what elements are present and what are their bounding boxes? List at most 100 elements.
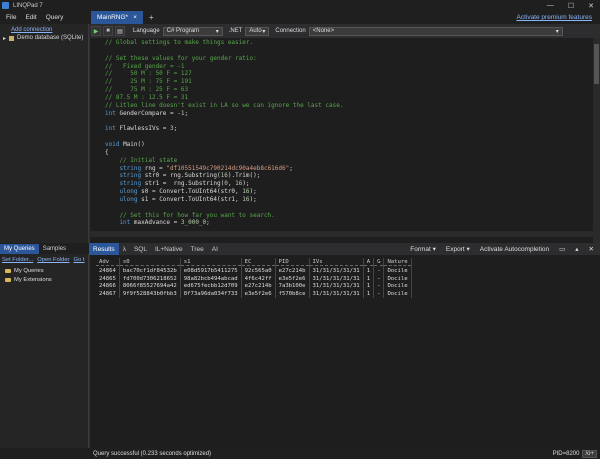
code-editor[interactable]: // Global settings to make things easier… <box>89 38 600 243</box>
tab-main-rng[interactable]: MainRNG* × <box>91 11 143 24</box>
table-row[interactable]: 24867 9f9f528843b0fbb3 8f73a96da034f733 e3e… <box>96 290 412 298</box>
close-window-button[interactable]: ✕ <box>588 2 594 10</box>
table-row[interactable]: 24864 bac70cf1df84532b e08d5917b5411275 92c… <box>96 267 412 275</box>
code-token: // Set this for how far you want to sear… <box>105 211 275 219</box>
column-header[interactable]: PID <box>275 258 310 266</box>
table-cell: 31/31/31/31/31 <box>309 282 364 290</box>
connections-pane: Add connection ▸ Demo database (SQLite) <box>0 24 89 243</box>
column-header[interactable]: A <box>363 258 375 266</box>
tab-my-queries[interactable]: My Queries <box>0 244 39 254</box>
results-actions: Format ▾ Export ▾ Activate Autocompletio… <box>410 245 600 254</box>
code-token: ); <box>249 195 257 203</box>
new-tab-icon[interactable]: + <box>149 13 154 22</box>
add-connection-link[interactable]: Add connection <box>11 27 52 33</box>
folder-my-extensions[interactable]: My Extensions <box>0 275 88 284</box>
run-button[interactable]: ▶ <box>91 26 101 36</box>
maximize-button[interactable]: ☐ <box>568 2 574 10</box>
window-layout-icon[interactable]: ▭ <box>559 245 565 253</box>
tab-results[interactable]: Results <box>89 243 119 255</box>
table-cell: 8f73a96da034f733 <box>180 290 242 298</box>
tab-samples[interactable]: Samples <box>39 244 70 254</box>
code-line: string str1 = rng.Substring(0, 16); <box>105 180 343 188</box>
table-cell: 92c565a0 <box>241 267 276 275</box>
code-token: GenderCompare = <box>115 109 178 117</box>
table-cell: 98a82bcb494abcad <box>180 275 242 283</box>
code-line: // Set these values for your gender rati… <box>105 55 343 63</box>
code-line: string str0 = rng.Substring(16).Trim(); <box>105 172 343 180</box>
table-cell: 7a3b100e <box>275 282 310 290</box>
code-token: 16 <box>220 172 228 180</box>
go-to-link[interactable]: Go t <box>74 257 85 263</box>
code-token: string <box>105 172 142 180</box>
language-select[interactable]: C# Program ▾ <box>162 26 223 36</box>
code-token: // Initial state <box>105 156 178 164</box>
tab-ai[interactable]: AI <box>208 243 222 255</box>
code-token: // 87.5 M : 12.5 F = 31 <box>105 93 189 101</box>
column-header[interactable]: G <box>373 258 385 266</box>
code-token: ); <box>249 188 257 196</box>
query-tab-bar: MainRNG* × + Activate premium features <box>89 11 600 24</box>
table-cell: 31/31/31/31/31 <box>309 267 364 275</box>
column-header[interactable]: EC <box>241 258 276 266</box>
editor-horizontal-scrollbar[interactable] <box>89 231 593 237</box>
menu-file[interactable]: File <box>6 14 16 21</box>
tab-sql[interactable]: SQL <box>130 243 151 255</box>
column-header[interactable]: s1 <box>180 258 242 266</box>
table-cell: e27c214b <box>275 267 310 275</box>
code-token: // 25 M : 75 F = 191 <box>105 78 192 86</box>
editor-vertical-scrollbar[interactable] <box>593 38 600 243</box>
column-header[interactable]: Nature <box>383 258 412 266</box>
table-row[interactable]: 24866 8066f85527694a42 ed675fecbb12d709 e27… <box>96 282 412 290</box>
code-text[interactable]: // Global settings to make things easier… <box>105 39 343 227</box>
activate-premium-link[interactable]: Activate premium features <box>516 14 592 21</box>
tab-tree[interactable]: Tree <box>187 243 208 255</box>
table-cell: f570b8ce <box>275 290 310 298</box>
tab-il-native[interactable]: IL+Native <box>151 243 187 255</box>
tab-lambda[interactable]: λ <box>119 243 130 255</box>
table-row[interactable]: 24865 fd700d7306218652 98a82bcb494abcad 4f6… <box>96 275 412 283</box>
activate-autocompletion-button[interactable]: Activate Autocompletion <box>480 246 549 253</box>
code-token: str1 = rng.Substring( <box>141 180 225 188</box>
layout-icon[interactable]: ▤ <box>115 26 125 36</box>
table-cell: 8066f85527694a42 <box>119 282 181 290</box>
net-select[interactable]: Auto ▾ <box>245 26 270 36</box>
status-right: PID=8200 /o+ <box>553 449 597 458</box>
column-header[interactable]: Adv <box>96 258 120 266</box>
chevron-down-icon: ▾ <box>555 28 559 35</box>
minimize-button[interactable]: — <box>547 2 554 10</box>
table-cell: e3e5f2e6 <box>241 290 276 298</box>
results-tab-bar: Results λ SQL IL+Native Tree AI Format ▾… <box>89 243 600 255</box>
set-folder-link[interactable]: Set Folder... <box>2 257 33 263</box>
code-token: s0 = Convert.ToUInt64(str0, <box>137 188 243 196</box>
menu-edit[interactable]: Edit <box>25 14 36 21</box>
code-line: // Fixed gender = -1 <box>105 63 343 71</box>
net-label: .NET <box>228 28 243 34</box>
expand-arrow-icon[interactable]: ▸ <box>3 35 6 42</box>
folder-my-queries[interactable]: My Queries <box>0 266 88 275</box>
code-token: ; <box>173 125 178 133</box>
stop-button[interactable]: ■ <box>103 26 113 36</box>
demo-database-row[interactable]: ▸ Demo database (SQLite) <box>0 34 88 42</box>
table-body: 24864 bac70cf1df84532b e08d5917b5411275 92c… <box>96 267 412 298</box>
export-menu[interactable]: Export ▾ <box>446 245 470 253</box>
connection-select[interactable]: <None> ▾ <box>308 26 563 36</box>
table-cell: e27c214b <box>241 282 276 290</box>
collapse-icon[interactable]: ▴ <box>575 245 578 253</box>
open-folder-link[interactable]: Open Folder <box>37 257 69 263</box>
table-cell: Docile <box>383 282 412 290</box>
table-cell: 24867 <box>96 290 120 298</box>
scrollbar-thumb[interactable] <box>594 44 599 84</box>
menu-query[interactable]: Query <box>46 14 64 21</box>
column-header[interactable]: IVs <box>309 258 364 266</box>
code-token: string <box>105 180 142 188</box>
add-connection-row[interactable]: Add connection <box>0 26 88 34</box>
left-status-area <box>0 448 89 459</box>
table-cell: 31/31/31/31/31 <box>309 275 364 283</box>
optimization-toggle[interactable]: /o+ <box>582 449 597 458</box>
code-line: int FlawlessIVs = 3; <box>105 125 343 133</box>
column-header[interactable]: s0 <box>119 258 181 266</box>
format-menu[interactable]: Format ▾ <box>410 245 436 253</box>
close-results-icon[interactable]: ✕ <box>589 245 594 253</box>
tab-close-icon[interactable]: × <box>133 14 137 21</box>
